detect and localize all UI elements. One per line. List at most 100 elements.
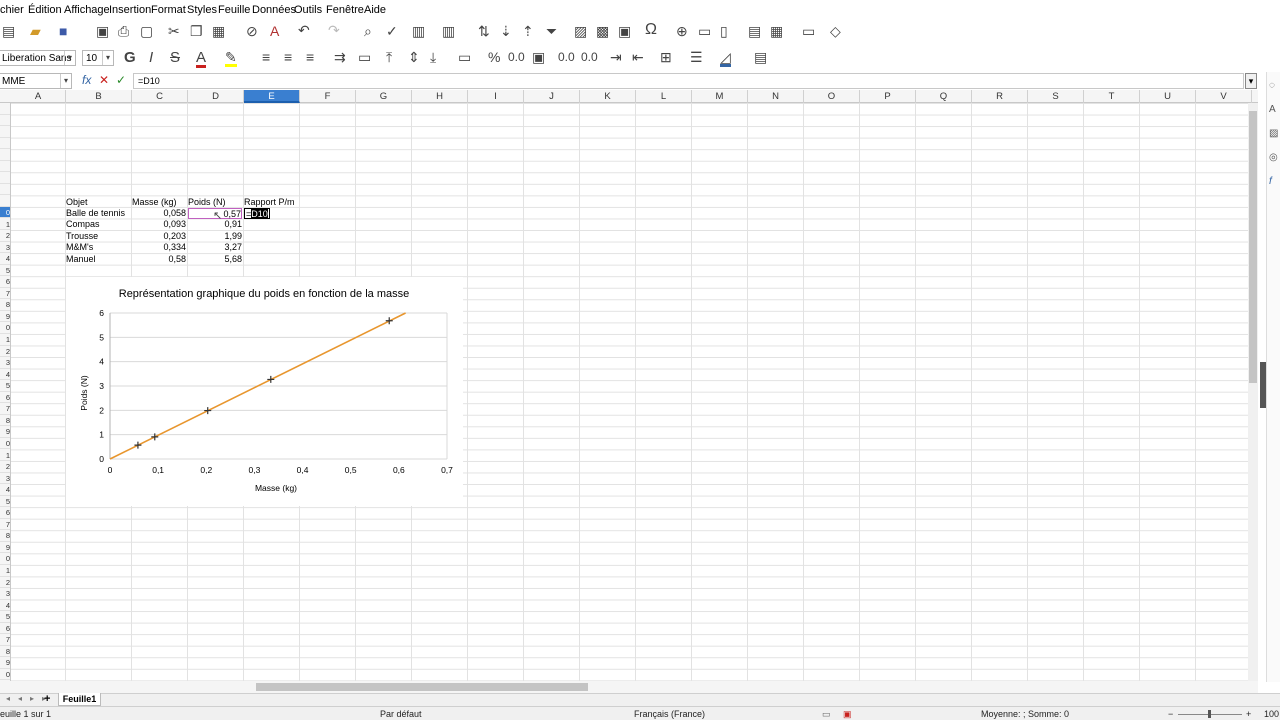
- undo-icon[interactable]: ↶: [298, 23, 310, 37]
- row-header[interactable]: 7: [0, 519, 10, 531]
- zoom-slider-handle[interactable]: [1208, 710, 1211, 718]
- percent-format-button[interactable]: %: [488, 50, 500, 64]
- row-header[interactable]: 8: [0, 299, 10, 311]
- column-header-c[interactable]: C: [132, 90, 188, 103]
- row-header[interactable]: 4: [0, 600, 10, 612]
- font-color-icon[interactable]: A: [196, 50, 207, 68]
- paste-icon[interactable]: ▦: [212, 24, 225, 38]
- increase-indent-icon[interactable]: ⇥: [610, 50, 622, 64]
- italic-button[interactable]: I: [149, 50, 153, 65]
- menu-aide[interactable]: Aide: [364, 4, 386, 16]
- new-document-icon[interactable]: ▤: [2, 24, 15, 38]
- header-footer-icon[interactable]: ▯: [720, 24, 728, 38]
- row-header[interactable]: 6: [0, 623, 10, 635]
- border-style-icon[interactable]: ☰: [690, 50, 703, 64]
- column-header-u[interactable]: U: [1140, 90, 1196, 103]
- row-header[interactable]: [0, 103, 10, 115]
- save-icon[interactable]: ■: [59, 24, 67, 38]
- selection-mode-icon[interactable]: ▭: [822, 709, 831, 720]
- column-header-a[interactable]: A: [11, 90, 66, 103]
- cell-C12[interactable]: 0,203: [132, 231, 186, 242]
- define-print-area-icon[interactable]: ▤: [748, 24, 761, 38]
- row-header[interactable]: 5: [0, 265, 10, 277]
- menu-affichage[interactable]: Affichage: [64, 4, 110, 16]
- cut-icon[interactable]: ✂: [168, 24, 180, 38]
- row-header[interactable]: 3: [0, 588, 10, 600]
- column-header-q[interactable]: Q: [916, 90, 972, 103]
- row-header[interactable]: 0: [0, 322, 10, 334]
- row-header[interactable]: [0, 126, 10, 138]
- export-pdf-icon[interactable]: ▣: [96, 24, 109, 38]
- menu-outils[interactable]: Outils: [294, 4, 322, 16]
- row-header[interactable]: 3: [0, 357, 10, 369]
- chart-object[interactable]: Représentation graphique du poids en fon…: [66, 277, 463, 506]
- horizontal-scrollbar[interactable]: [0, 681, 1258, 693]
- menu-donnees[interactable]: Données: [252, 4, 296, 16]
- cell-B11[interactable]: Compas: [66, 219, 100, 230]
- align-center-icon[interactable]: ≡: [284, 50, 292, 64]
- row-header[interactable]: 3: [0, 473, 10, 485]
- autofilter-icon[interactable]: ⏷: [546, 24, 557, 38]
- accept-button[interactable]: ✓: [116, 73, 126, 87]
- row-header[interactable]: [0, 172, 10, 184]
- decrease-indent-icon[interactable]: ⇤: [632, 50, 644, 64]
- open-folder-icon[interactable]: ▰: [30, 24, 41, 38]
- column-header-j[interactable]: J: [524, 90, 580, 103]
- page-style[interactable]: Par défaut: [380, 709, 422, 719]
- freeze-rows-icon[interactable]: ▦: [770, 24, 783, 38]
- sheet-tab-feuille1[interactable]: Feuille1: [58, 693, 101, 706]
- formula-input[interactable]: =D10: [133, 73, 1244, 89]
- horizontal-scroll-thumb[interactable]: [256, 683, 588, 691]
- column-header-l[interactable]: L: [636, 90, 692, 103]
- navigator-icon[interactable]: ◎: [1269, 152, 1278, 163]
- clear-formatting-icon[interactable]: A: [270, 24, 279, 38]
- column-header-d[interactable]: D: [188, 90, 244, 103]
- sort-ascending-icon[interactable]: ⇣: [500, 24, 512, 38]
- column-header-i[interactable]: I: [468, 90, 524, 103]
- cell-C9[interactable]: Masse (kg): [132, 197, 177, 208]
- copy-icon[interactable]: ❐: [190, 24, 203, 38]
- row-header[interactable]: 5: [0, 611, 10, 623]
- cell-D9[interactable]: Poids (N): [188, 197, 226, 208]
- column-header-h[interactable]: H: [412, 90, 468, 103]
- row-header[interactable]: 1: [0, 334, 10, 346]
- print-icon[interactable]: ⎙: [118, 24, 129, 38]
- redo-icon[interactable]: ↷: [328, 23, 340, 37]
- print-preview-icon[interactable]: ▢: [140, 24, 153, 38]
- previous-sheet-icon[interactable]: ◂: [18, 694, 22, 703]
- hyperlink-icon[interactable]: ⊕: [676, 24, 688, 38]
- column-header-e[interactable]: E: [244, 90, 300, 103]
- row-header[interactable]: [0, 161, 10, 173]
- cell-C11[interactable]: 0,093: [132, 219, 186, 230]
- menu-format[interactable]: Format: [151, 4, 186, 16]
- font-size-select[interactable]: 10 ▾: [82, 50, 114, 66]
- pivot-table-icon[interactable]: ▣: [618, 24, 631, 38]
- row-header[interactable]: 8: [0, 415, 10, 427]
- expand-formula-bar-icon[interactable]: ▾: [1245, 73, 1257, 89]
- row-header[interactable]: 7: [0, 634, 10, 646]
- align-bottom-icon[interactable]: ⤓: [430, 50, 436, 64]
- cell-B10[interactable]: Balle de tennis: [66, 208, 125, 219]
- cell-C10[interactable]: 0,058: [132, 208, 186, 219]
- align-left-icon[interactable]: ≡: [262, 50, 270, 64]
- column-header-v[interactable]: V: [1196, 90, 1252, 103]
- insert-image-icon[interactable]: ▨: [574, 24, 587, 38]
- row-header[interactable]: [0, 138, 10, 150]
- document-modified-icon[interactable]: ▣: [843, 709, 852, 720]
- add-decimal-button[interactable]: 0.0: [558, 51, 575, 63]
- menu-fenetre[interactable]: Fenêtre: [326, 4, 364, 16]
- row-header[interactable]: [0, 184, 10, 196]
- cancel-button[interactable]: ✕: [99, 73, 109, 87]
- align-middle-icon[interactable]: ⇕: [408, 50, 420, 64]
- sort-icon[interactable]: ⇅: [478, 24, 490, 38]
- row-header[interactable]: 1: [0, 219, 10, 230]
- font-name-select[interactable]: Liberation Sans ▾: [0, 50, 76, 66]
- language[interactable]: Français (France): [634, 709, 705, 719]
- column-header-o[interactable]: O: [804, 90, 860, 103]
- bold-button[interactable]: G: [124, 50, 136, 65]
- column-header-s[interactable]: S: [1028, 90, 1084, 103]
- cell-B14[interactable]: Manuel: [66, 254, 96, 265]
- sort-descending-icon[interactable]: ⇡: [522, 24, 534, 38]
- column-header-p[interactable]: P: [860, 90, 916, 103]
- row-header[interactable]: 0: [0, 669, 10, 681]
